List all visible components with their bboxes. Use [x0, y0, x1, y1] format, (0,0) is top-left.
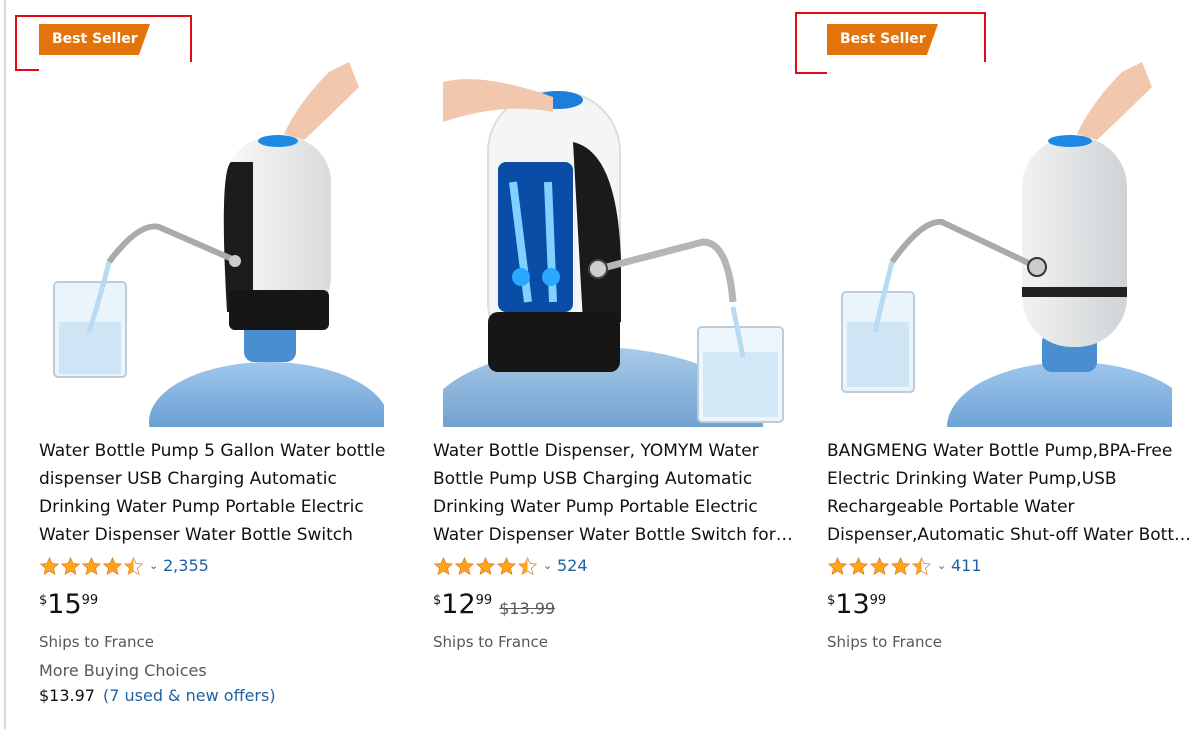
product-card-2: Water Bottle Dispenser, YOMYM Water Bott… — [433, 0, 803, 729]
review-count[interactable]: 411 — [951, 556, 982, 576]
rating-row-3[interactable]: ⌄ 411 — [827, 555, 982, 577]
shipping-info-2: Ships to France — [433, 633, 549, 651]
chevron-down-icon[interactable]: ⌄ — [149, 560, 161, 572]
water-pump-image — [443, 79, 784, 427]
star-full-icon — [433, 556, 454, 575]
product-title-3[interactable]: BANGMENG Water Bottle Pump,BPA-Free Elec… — [827, 437, 1192, 549]
product-title-1[interactable]: Water Bottle Pump 5 Gallon Water bottle … — [39, 437, 404, 549]
star-half-icon — [517, 556, 538, 575]
star-rating — [39, 556, 144, 577]
star-rating — [827, 556, 932, 577]
shipping-info-1: Ships to France — [39, 633, 155, 651]
price-symbol: $ — [433, 593, 442, 608]
price-1[interactable]: $ 15 99 — [39, 589, 98, 621]
product-image-3[interactable] — [827, 62, 1172, 427]
review-count[interactable]: 524 — [557, 556, 588, 576]
star-full-icon — [454, 556, 475, 575]
star-full-icon — [869, 556, 890, 575]
price-2[interactable]: $ 12 99 $13.99 — [433, 589, 555, 621]
used-new-offers-link[interactable]: (7 used & new offers) — [103, 686, 276, 705]
price-fraction: 99 — [81, 593, 99, 608]
star-full-icon — [848, 556, 869, 575]
price-3[interactable]: $ 13 99 — [827, 589, 886, 621]
left-divider — [4, 0, 6, 729]
price-whole: 15 — [47, 589, 82, 620]
chevron-down-icon[interactable]: ⌄ — [543, 560, 555, 572]
review-count[interactable]: 2,355 — [163, 556, 209, 576]
product-image-1[interactable] — [39, 62, 384, 427]
price-whole: 12 — [441, 589, 476, 620]
price-fraction: 99 — [475, 593, 493, 608]
star-full-icon — [827, 556, 848, 575]
price-whole: 13 — [835, 589, 870, 620]
star-half-icon — [911, 556, 932, 575]
product-title-2[interactable]: Water Bottle Dispenser, YOMYM Water Bott… — [433, 437, 798, 549]
star-rating — [433, 556, 538, 577]
star-full-icon — [102, 556, 123, 575]
star-full-icon — [890, 556, 911, 575]
star-full-icon — [60, 556, 81, 575]
price-fraction: 99 — [869, 593, 887, 608]
star-full-icon — [39, 556, 60, 575]
offer-row: $13.97 (7 used & new offers) — [39, 685, 276, 707]
product-image-2[interactable] — [443, 62, 788, 427]
star-full-icon — [81, 556, 102, 575]
product-card-3: BANGMENG Water Bottle Pump,BPA-Free Elec… — [827, 0, 1197, 729]
more-buying-choices-label: More Buying Choices — [39, 661, 207, 680]
star-half-icon — [123, 556, 144, 575]
shipping-info-3: Ships to France — [827, 633, 943, 651]
water-pump-image — [841, 62, 1172, 427]
product-card-1: Water Bottle Pump 5 Gallon Water bottle … — [39, 0, 409, 729]
star-full-icon — [475, 556, 496, 575]
list-price: $13.99 — [499, 599, 556, 618]
star-full-icon — [496, 556, 517, 575]
chevron-down-icon[interactable]: ⌄ — [937, 560, 949, 572]
rating-row-1[interactable]: ⌄ 2,355 — [39, 555, 209, 577]
price-symbol: $ — [827, 593, 836, 608]
rating-row-2[interactable]: ⌄ 524 — [433, 555, 588, 577]
price-symbol: $ — [39, 593, 48, 608]
offer-price: $13.97 — [39, 686, 95, 705]
water-pump-image — [53, 62, 384, 427]
